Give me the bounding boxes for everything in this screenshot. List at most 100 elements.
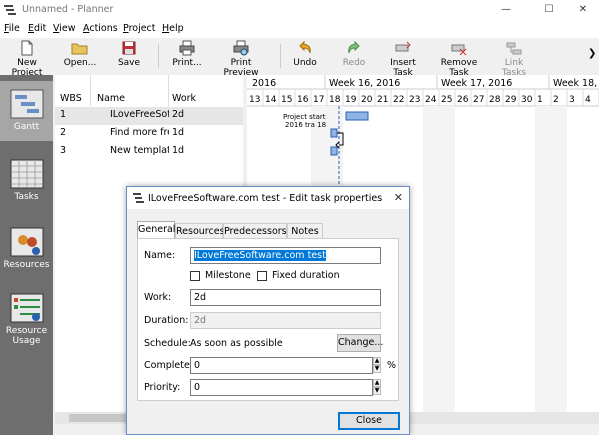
tab-notes[interactable]: Notes (287, 223, 323, 239)
sidebar-item-resources[interactable]: Resources (0, 227, 53, 277)
spin-down-icon[interactable]: ▼ (373, 387, 381, 395)
toolbar-overflow-chevron-icon[interactable]: ❯ (588, 48, 596, 59)
menu-view[interactable]: View (53, 23, 76, 34)
menu-project[interactable]: Project (123, 23, 156, 34)
insert-task-button[interactable]: Insert Task (380, 40, 426, 78)
year-label: 2016 (252, 78, 276, 89)
toolbar: New Project Open... Save Print... Print … (0, 38, 599, 78)
complete-label: Complete: (144, 360, 193, 371)
table-row[interactable]: 1 ILoveFreeSoftw 2d (55, 107, 243, 125)
day-label: 17 (313, 95, 324, 105)
open-button[interactable]: Open... (62, 40, 98, 68)
project-start-annotation-date: 2016 tra 18 (285, 121, 326, 129)
menu-bar: File Edit View Actions Project Help (0, 20, 599, 38)
spin-down-icon[interactable]: ▼ (373, 365, 381, 373)
floppy-disk-icon (122, 41, 136, 55)
day-label: 27 (473, 95, 484, 105)
print-preview-button[interactable]: Print Preview (212, 40, 270, 78)
day-label: 3 (569, 95, 575, 105)
menu-actions[interactable]: Actions (83, 23, 118, 34)
tab-predecessors[interactable]: Predecessors (223, 223, 287, 239)
priority-label: Priority: (144, 382, 181, 393)
milestone-checkbox[interactable] (190, 271, 200, 281)
view-sidebar: Gantt Tasks Resources Resource Usage (0, 75, 53, 435)
redo-arrow-icon (348, 40, 360, 54)
day-label: 23 (409, 95, 420, 105)
column-header-name[interactable]: Name (91, 75, 169, 106)
sidebar-item-resource-usage[interactable]: Resource Usage (0, 293, 53, 357)
toolbar-separator (158, 44, 159, 68)
day-label: 14 (265, 95, 277, 105)
duration-label: Duration: (144, 315, 189, 326)
table-row[interactable]: 3 New template 1d (55, 143, 243, 161)
duration-input: 2d (190, 312, 381, 329)
day-label: 18 (329, 95, 341, 105)
day-label: 19 (345, 95, 357, 105)
new-project-button[interactable]: New Project (2, 40, 52, 78)
task-bar-1[interactable] (345, 111, 369, 121)
name-label: Name: (144, 250, 176, 261)
spin-up-icon[interactable]: ▲ (373, 357, 381, 365)
printer-icon (179, 40, 195, 56)
work-input[interactable]: 2d (190, 289, 381, 306)
maximize-button[interactable]: ☐ (534, 2, 564, 18)
menu-edit[interactable]: Edit (28, 23, 46, 34)
window-title: Unnamed - Planner (22, 4, 114, 15)
save-button[interactable]: Save (114, 40, 144, 68)
edit-task-properties-dialog: ILoveFreeSoftware.com test - Edit task p… (126, 186, 410, 435)
dialog-title: ILoveFreeSoftware.com test - Edit task p… (148, 193, 383, 204)
insert-task-icon (395, 41, 411, 52)
milestone-label: Milestone (205, 270, 251, 281)
priority-input[interactable]: 0 (190, 379, 373, 396)
work-label: Work: (144, 292, 172, 303)
planner-app-icon (4, 5, 16, 15)
task-name-input[interactable]: ILoveFreeSoftware.com test (190, 247, 381, 264)
undo-button[interactable]: Undo (290, 40, 320, 68)
dialog-close-icon[interactable]: ✕ (394, 191, 403, 204)
fixed-duration-label: Fixed duration (272, 270, 340, 281)
link-tasks-button[interactable]: Link Tasks (492, 40, 536, 78)
change-schedule-button[interactable]: Change... (337, 334, 383, 352)
menu-file[interactable]: File (4, 23, 20, 34)
resources-icon (10, 227, 43, 257)
undo-arrow-icon (299, 40, 311, 54)
close-dialog-button[interactable]: Close (338, 412, 400, 430)
complete-input[interactable]: 0 (190, 357, 373, 374)
fixed-duration-checkbox[interactable] (257, 271, 267, 281)
tab-resources[interactable]: Resources (175, 223, 225, 239)
sidebar-item-gantt[interactable]: Gantt (0, 81, 53, 141)
menu-help[interactable]: Help (162, 23, 184, 34)
project-start-annotation: Project start (283, 113, 326, 121)
close-window-button[interactable]: ✕ (568, 2, 598, 18)
week-label: Week 18, 20 (553, 78, 599, 89)
table-row[interactable]: 2 Find more free 1d (55, 125, 243, 143)
new-document-icon (21, 40, 33, 56)
spin-up-icon[interactable]: ▲ (373, 379, 381, 387)
tasks-icon (10, 159, 43, 189)
schedule-label: Schedule: (144, 338, 191, 349)
task-bar-2[interactable] (330, 128, 338, 138)
minimize-button[interactable]: — (491, 2, 521, 18)
folder-icon (71, 43, 88, 55)
task-bar-3[interactable] (330, 146, 338, 156)
day-label: 29 (505, 95, 517, 105)
week-label: Week 17, 2016 (441, 78, 512, 89)
day-label: 22 (393, 95, 404, 105)
print-button[interactable]: Print... (170, 40, 204, 68)
window-titlebar: Unnamed - Planner — ☐ ✕ (0, 0, 599, 20)
day-label: 13 (249, 95, 260, 105)
day-label: 2 (553, 95, 559, 105)
remove-task-button[interactable]: Remove Task (431, 40, 487, 78)
tab-general[interactable]: General (137, 221, 175, 239)
column-header-wbs[interactable]: WBS (55, 75, 91, 106)
day-label: 15 (281, 95, 292, 105)
link-tasks-icon (506, 42, 522, 55)
redo-button[interactable]: Redo (340, 40, 368, 68)
print-preview-icon (233, 40, 249, 56)
priority-spinner[interactable]: ▲ ▼ (373, 379, 381, 396)
percent-unit-label: % (387, 360, 397, 371)
sidebar-item-tasks[interactable]: Tasks (0, 159, 53, 209)
general-tab-panel: Name: ILoveFreeSoftware.com test Milesto… (137, 238, 399, 401)
complete-spinner[interactable]: ▲ ▼ (373, 357, 381, 374)
column-header-work[interactable]: Work (169, 75, 243, 106)
